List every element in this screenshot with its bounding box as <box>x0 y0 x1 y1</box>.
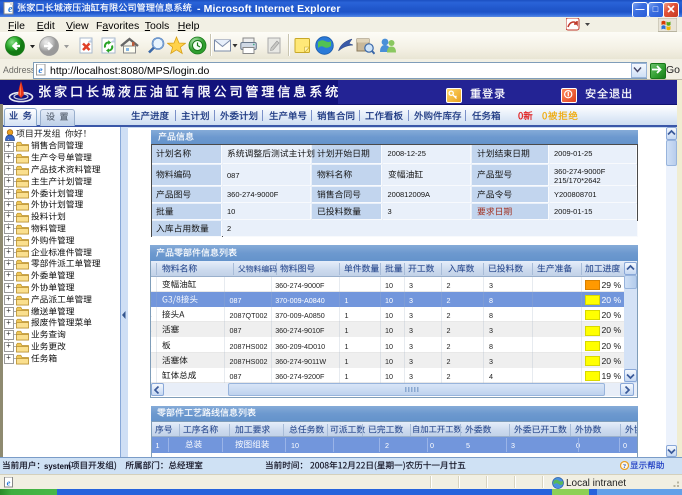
svg-text:e: e <box>8 4 13 15</box>
svg-text:e: e <box>7 478 11 488</box>
svg-text:?: ? <box>623 463 626 470</box>
